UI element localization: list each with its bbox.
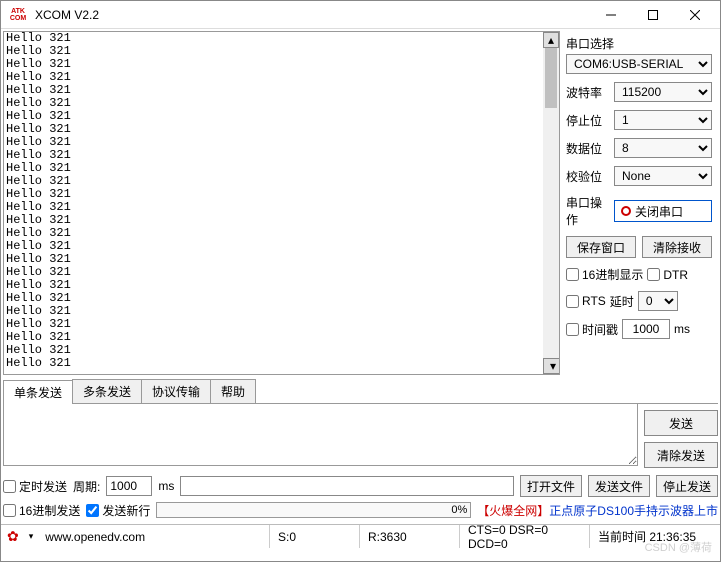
rts-checkbox[interactable] xyxy=(566,295,579,308)
timed-send-checkbox[interactable] xyxy=(3,480,16,493)
send-input[interactable] xyxy=(3,404,638,466)
scroll-up-icon[interactable]: ▴ xyxy=(543,32,559,48)
clear-send-button[interactable]: 清除发送 xyxy=(644,442,718,468)
status-url[interactable]: www.openedv.com xyxy=(45,530,145,544)
send-newline-checkbox[interactable] xyxy=(86,504,99,517)
hex-display-checkbox[interactable] xyxy=(566,268,579,281)
stopbits-select[interactable]: 1 xyxy=(614,110,712,130)
tab-multi[interactable]: 多条发送 xyxy=(72,379,142,403)
promo-link[interactable]: 【火爆全网】正点原子DS100手持示波器上市 xyxy=(477,502,718,519)
close-button[interactable] xyxy=(674,3,716,27)
tab-single[interactable]: 单条发送 xyxy=(3,380,73,404)
minimize-button[interactable] xyxy=(590,3,632,27)
rx-output: Hello 321 Hello 321 Hello 321 Hello 321 … xyxy=(3,31,560,375)
serial-settings-panel: 串口选择 COM6:USB-SERIAL 波特率115200 停止位1 数据位8… xyxy=(562,29,720,377)
maximize-button[interactable] xyxy=(632,3,674,27)
tab-help[interactable]: 帮助 xyxy=(210,379,256,403)
timestamp-checkbox[interactable] xyxy=(566,323,579,336)
databits-select[interactable]: 8 xyxy=(614,138,712,158)
parity-label: 校验位 xyxy=(566,168,610,185)
port-select[interactable]: COM6:USB-SERIAL xyxy=(566,54,712,74)
send-button[interactable]: 发送 xyxy=(644,410,718,436)
stop-label: 停止位 xyxy=(566,112,610,129)
window-title: XCOM V2.2 xyxy=(31,8,590,22)
delay-select[interactable]: 0 xyxy=(638,291,678,311)
stop-send-button[interactable]: 停止发送 xyxy=(656,475,718,497)
send-file-button[interactable]: 发送文件 xyxy=(588,475,650,497)
close-port-button[interactable]: 关闭串口 xyxy=(614,200,712,222)
app-logo: ATKCOM xyxy=(9,6,27,24)
data-label: 数据位 xyxy=(566,140,610,157)
record-icon xyxy=(621,206,631,216)
port-group-label: 串口选择 xyxy=(566,35,712,52)
status-s: S:0 xyxy=(270,525,360,548)
gear-icon[interactable]: ✿ xyxy=(1,528,25,545)
tab-protocol[interactable]: 协议传输 xyxy=(141,379,211,403)
delay-label: 延时 xyxy=(610,293,634,310)
send-tabs: 单条发送 多条发送 协议传输 帮助 xyxy=(3,379,718,404)
timestamp-input[interactable] xyxy=(622,319,670,339)
open-file-button[interactable]: 打开文件 xyxy=(520,475,582,497)
scrollbar[interactable]: ▴ ▾ xyxy=(543,32,559,374)
baud-label: 波特率 xyxy=(566,84,610,101)
scroll-thumb[interactable] xyxy=(545,48,557,108)
titlebar: ATKCOM XCOM V2.2 xyxy=(1,1,720,29)
status-bar: ✿ ▾ www.openedv.com S:0 R:3630 CTS=0 DSR… xyxy=(1,524,720,548)
progress-bar: 0% xyxy=(156,502,471,518)
status-signals: CTS=0 DSR=0 DCD=0 xyxy=(460,525,590,548)
scroll-down-icon[interactable]: ▾ xyxy=(543,358,560,374)
period-input[interactable] xyxy=(106,476,152,496)
op-label: 串口操作 xyxy=(566,194,610,228)
file-path-input[interactable] xyxy=(180,476,514,496)
dropdown-icon[interactable]: ▾ xyxy=(25,531,38,542)
dtr-checkbox[interactable] xyxy=(647,268,660,281)
parity-select[interactable]: None xyxy=(614,166,712,186)
baud-select[interactable]: 115200 xyxy=(614,82,712,102)
clear-rx-button[interactable]: 清除接收 xyxy=(642,236,712,258)
hex-send-checkbox[interactable] xyxy=(3,504,16,517)
status-r: R:3630 xyxy=(360,525,460,548)
watermark: CSDN @薄荷 xyxy=(645,539,712,555)
save-window-button[interactable]: 保存窗口 xyxy=(566,236,636,258)
